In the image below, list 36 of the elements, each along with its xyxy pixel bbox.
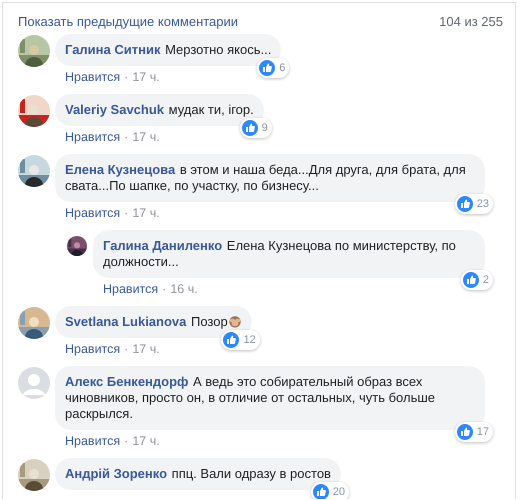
separator-dot: · <box>124 434 128 448</box>
separator-dot: · <box>124 342 128 356</box>
thumbs-up-icon <box>456 196 473 212</box>
like-link[interactable]: Нравится <box>103 282 158 296</box>
thumbs-up-icon <box>223 332 240 348</box>
comment-count: 104 из 255 <box>439 14 503 28</box>
comment-text: Галина Ситник Мерзотно якось... <box>65 42 272 58</box>
comment-text: Valeriy Savchuk мудак ти, ігор. <box>65 102 254 118</box>
separator-dot: · <box>124 70 128 84</box>
like-link[interactable]: Нравится <box>65 342 120 356</box>
comment-text: Елена Кузнецова в этом и наша беда...Для друга, для брата, для свата...По шапке, по участку, по бизнесу... <box>65 162 467 194</box>
like-link[interactable]: Нравится <box>65 130 120 144</box>
thumbs-up-icon <box>242 120 258 136</box>
author-link[interactable]: Елена Кузнецова <box>65 162 176 177</box>
author-link[interactable]: Галина Ситник <box>65 42 160 57</box>
author-link[interactable]: Галина Даниленко <box>103 238 222 253</box>
thumbs-up-icon <box>312 484 329 499</box>
author-link[interactable]: Алекс Бенкендорф <box>65 374 188 389</box>
comment-text: Алекс Бенкендорф А ведь это собирательный образ всех чиновников, просто он, в отличие от остальных, чуть больше раскрылся. <box>65 374 436 422</box>
like-link[interactable]: Нравится <box>65 434 120 448</box>
thumbs-up-icon <box>462 272 479 288</box>
thumbs-up-icon <box>259 60 276 76</box>
thumbs-up-icon <box>456 424 473 440</box>
comment-text: Svetlana Lukianova Позор <box>65 314 242 330</box>
separator-dot: · <box>162 282 166 296</box>
separator-dot: · <box>124 130 128 144</box>
separator-dot: · <box>124 206 128 220</box>
author-link[interactable]: Valeriy Savchuk <box>65 102 164 117</box>
emoji-icon <box>228 314 242 328</box>
author-link[interactable]: Svetlana Lukianova <box>65 314 186 329</box>
author-link[interactable]: Андрій Зоренко <box>65 466 168 481</box>
show-previous-comments-link[interactable]: Показать предыдущие комментарии <box>18 14 238 28</box>
comment-text: Андрій Зоренко ппц. Вали одразу в ростов <box>65 466 331 482</box>
comment-text: Галина Даниленко Елена Кузнецова по министерству, по должности... <box>103 238 457 270</box>
like-link[interactable]: Нравится <box>65 70 120 84</box>
like-link[interactable]: Нравится <box>65 206 120 220</box>
